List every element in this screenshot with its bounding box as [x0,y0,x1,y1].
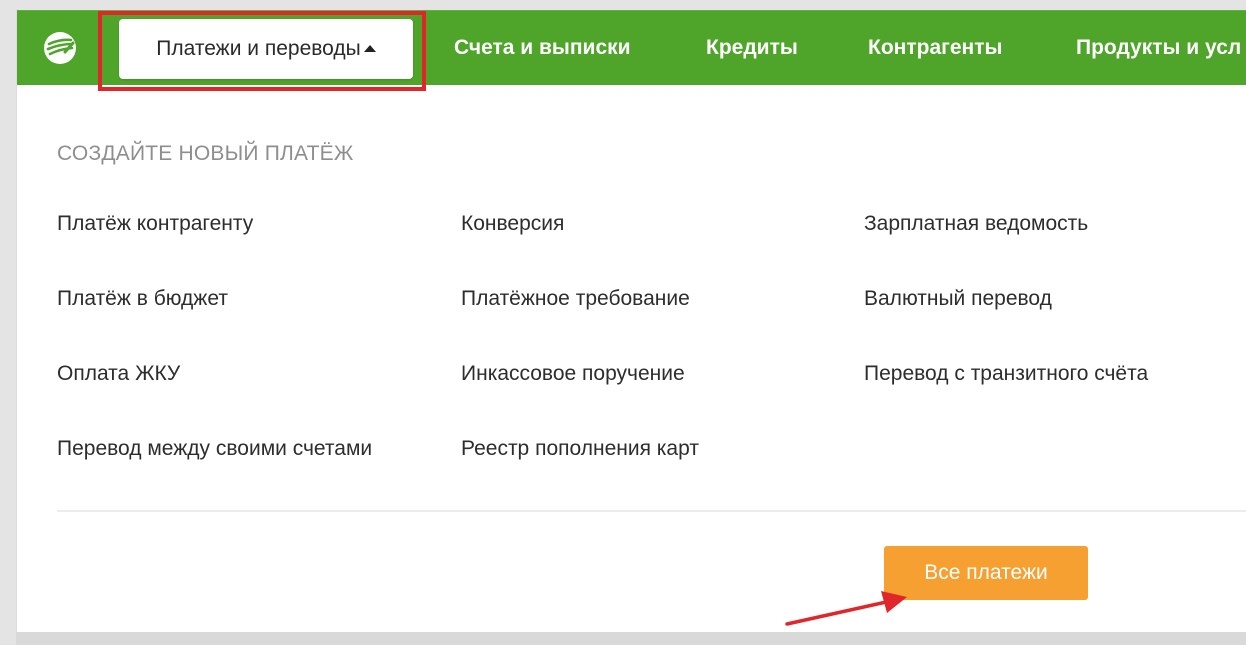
app-window: Платежи и переводы Счета и выписки Креди… [16,10,1246,632]
all-payments-button[interactable]: Все платежи [884,546,1088,600]
link-payment-request[interactable]: Платёжное требование [461,287,690,311]
nav-payments-transfers[interactable]: Платежи и переводы [119,19,413,79]
link-utilities-payment[interactable]: Оплата ЖКУ [57,362,180,386]
link-payroll-statement[interactable]: Зарплатная ведомость [864,212,1088,236]
link-budget-payment[interactable]: Платёж в бюджет [57,287,228,311]
link-own-accounts-transfer[interactable]: Перевод между своими счетами [57,437,372,461]
link-card-topup-registry[interactable]: Реестр пополнения карт [461,437,699,461]
link-currency-transfer[interactable]: Валютный перевод [864,287,1052,311]
section-title: СОЗДАЙТЕ НОВЫЙ ПЛАТЁЖ [57,142,354,165]
nav-counterparties[interactable]: Контрагенты [868,11,1002,85]
divider [57,510,1246,512]
sberbank-logo-icon[interactable] [43,31,77,65]
nav-payments-label: Платежи и переводы [156,37,361,60]
nav-accounts-statements[interactable]: Счета и выписки [454,11,631,85]
link-collection-order[interactable]: Инкассовое поручение [461,362,685,386]
caret-up-icon [363,44,376,52]
link-payment-counterparty[interactable]: Платёж контрагенту [57,212,253,236]
nav-products-services[interactable]: Продукты и усл [1076,11,1241,85]
bottom-edge [16,632,1246,645]
top-navigation-bar: Платежи и переводы Счета и выписки Креди… [17,10,1246,85]
link-conversion[interactable]: Конверсия [461,212,564,236]
link-transit-account-transfer[interactable]: Перевод с транзитного счёта [864,362,1148,386]
nav-credits[interactable]: Кредиты [706,11,798,85]
